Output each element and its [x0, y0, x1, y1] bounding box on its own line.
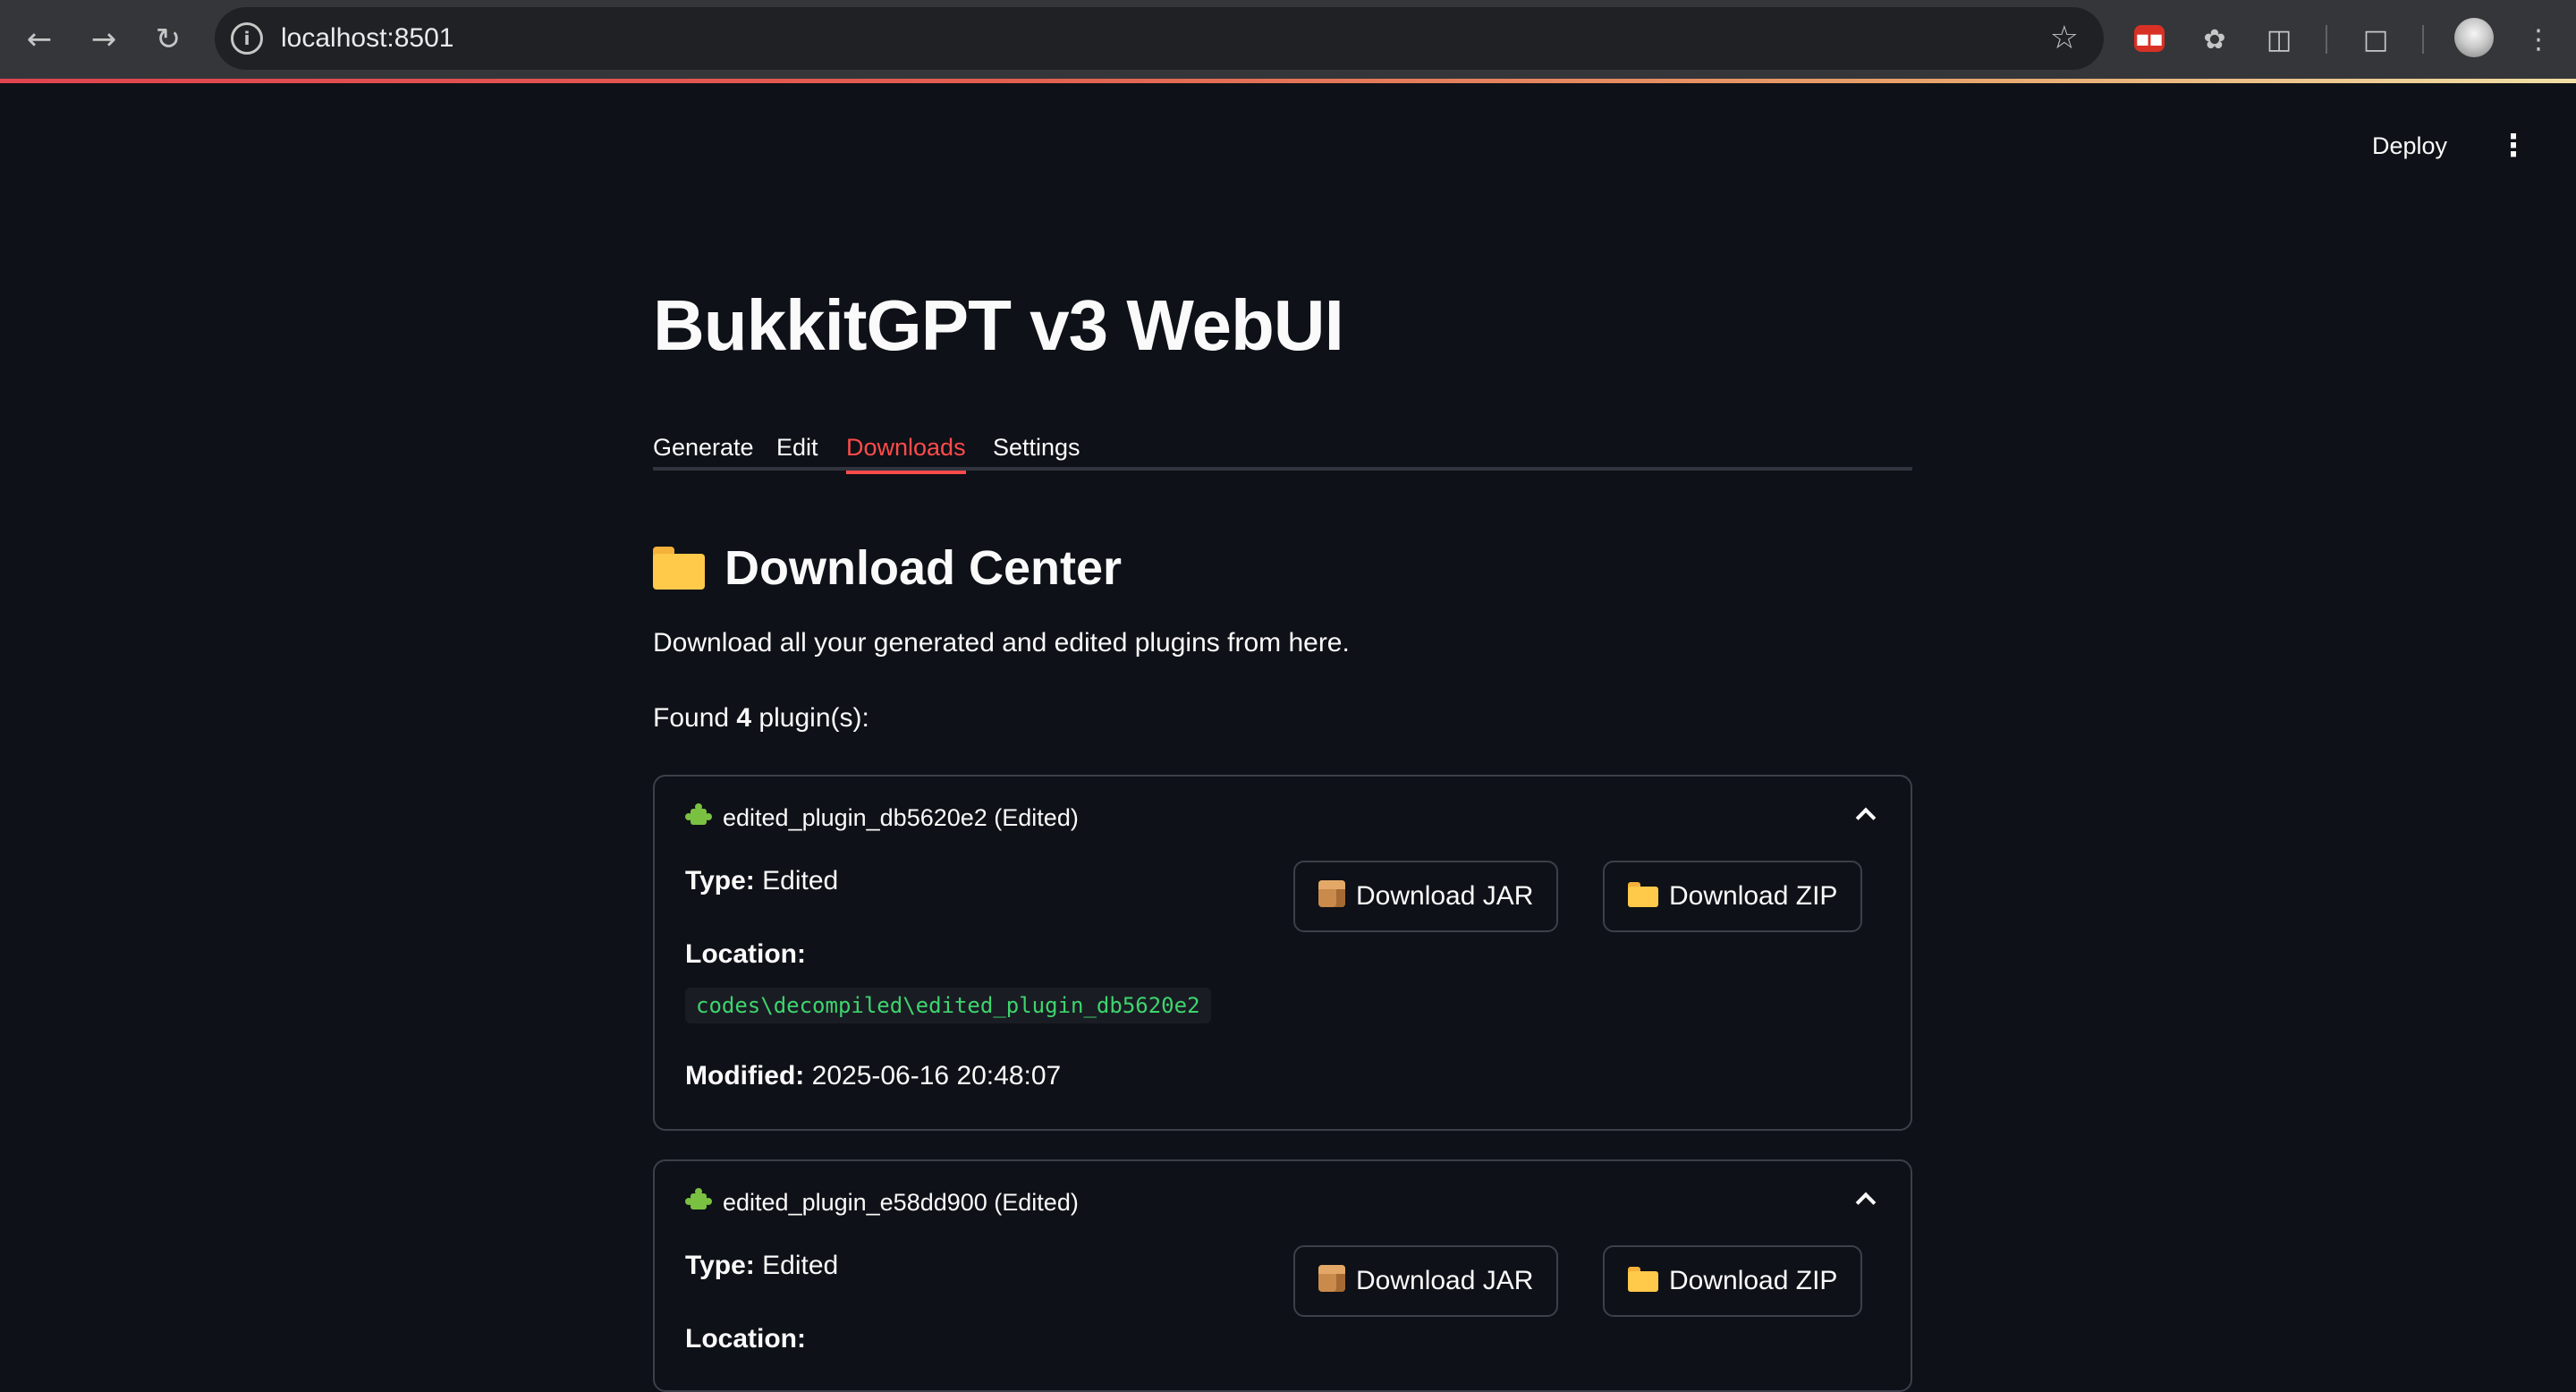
bookmark-star-icon[interactable]: ☆ [2050, 7, 2079, 70]
location-label-text: Location: [685, 939, 806, 969]
modified-value: 2025-06-16 20:48:07 [804, 1061, 1062, 1091]
folder-icon [653, 547, 705, 590]
toolbar-divider [2326, 25, 2327, 54]
expander-title: edited_plugin_db5620e2 (Edited) [723, 804, 1079, 831]
section-heading: Download Center [653, 537, 1122, 599]
url-text[interactable]: localhost:8501 [281, 7, 453, 70]
extensions-puzzle-icon[interactable]: ◫ [2259, 20, 2299, 59]
extension-red-icon[interactable]: ■■ [2134, 25, 2165, 52]
app-menu-icon[interactable]: ⋮ [2496, 123, 2531, 168]
section-heading-text: Download Center [724, 541, 1123, 595]
address-bar[interactable]: i localhost:8501 ☆ [215, 7, 2104, 70]
tab-downloads[interactable]: Downloads [846, 429, 966, 474]
expander-header[interactable]: edited_plugin_db5620e2 (Edited) [685, 800, 1079, 836]
plugin-type: Type: Edited [685, 1251, 838, 1281]
section-description: Download all your generated and edited p… [653, 628, 1350, 658]
tab-search-icon[interactable]: □ [2356, 20, 2395, 59]
browser-toolbar: ← → ↻ i localhost:8501 ☆ ■■ ✿ ◫ □ ⋮ [0, 0, 2576, 82]
folder-icon [1628, 1267, 1658, 1292]
back-icon[interactable]: ← [14, 14, 64, 64]
folder-icon [1628, 882, 1658, 907]
location-label-text: Location: [685, 1324, 806, 1354]
download-zip-label: Download ZIP [1669, 881, 1838, 911]
site-info-icon[interactable]: i [231, 22, 263, 55]
running-indicator-bar [0, 79, 2576, 83]
browser-menu-icon[interactable]: ⋮ [2519, 20, 2558, 59]
download-zip-label: Download ZIP [1669, 1266, 1838, 1295]
tab-settings[interactable]: Settings [993, 429, 1080, 471]
type-value: Edited [754, 1251, 839, 1280]
download-zip-button[interactable]: Download ZIP [1603, 861, 1862, 932]
puzzle-icon [685, 803, 712, 830]
found-suffix: plugin(s): [751, 703, 869, 733]
plugin-modified: Modified: 2025-06-16 20:48:07 [685, 1061, 1061, 1091]
page-title: BukkitGPT v3 WebUI [653, 285, 1344, 365]
tab-bar: Generate Edit Downloads Settings [653, 429, 1912, 474]
tab-edit[interactable]: Edit [776, 429, 818, 471]
reload-icon[interactable]: ↻ [143, 14, 193, 64]
location-label: Location: [685, 939, 806, 970]
plugin-type: Type: Edited [685, 866, 838, 896]
download-zip-button[interactable]: Download ZIP [1603, 1245, 1862, 1317]
profile-avatar[interactable] [2454, 18, 2494, 57]
type-label: Type: [685, 866, 755, 895]
expander-title: edited_plugin_e58dd900 (Edited) [723, 1189, 1079, 1216]
extension-openai-icon[interactable]: ✿ [2195, 20, 2234, 59]
forward-icon[interactable]: → [79, 14, 129, 64]
modified-label: Modified: [685, 1061, 805, 1091]
location-path: codes\decompiled\edited_plugin_db5620e2 [685, 988, 1211, 1023]
plugin-expander: edited_plugin_e58dd900 (Edited) Type: Ed… [653, 1159, 1912, 1392]
download-jar-label: Download JAR [1356, 1266, 1534, 1295]
expander-header[interactable]: edited_plugin_e58dd900 (Edited) [685, 1184, 1079, 1220]
found-prefix: Found [653, 703, 737, 733]
tab-generate[interactable]: Generate [653, 429, 754, 471]
type-label: Type: [685, 1251, 755, 1280]
download-jar-label: Download JAR [1356, 881, 1534, 911]
download-jar-button[interactable]: Download JAR [1293, 1245, 1558, 1317]
package-icon [1318, 880, 1345, 907]
package-icon [1318, 1265, 1345, 1292]
location-label: Location: [685, 1324, 806, 1354]
found-count: 4 [736, 703, 752, 733]
plugin-count-text: Found 4 plugin(s): [653, 703, 869, 734]
type-value: Edited [754, 866, 839, 895]
puzzle-icon [685, 1188, 712, 1215]
chevron-up-icon[interactable] [1852, 802, 1878, 828]
toolbar-divider [2422, 25, 2424, 54]
deploy-button[interactable]: Deploy [2372, 123, 2447, 168]
plugin-expander: edited_plugin_db5620e2 (Edited) Type: Ed… [653, 775, 1912, 1131]
download-jar-button[interactable]: Download JAR [1293, 861, 1558, 932]
chevron-up-icon[interactable] [1852, 1186, 1878, 1213]
